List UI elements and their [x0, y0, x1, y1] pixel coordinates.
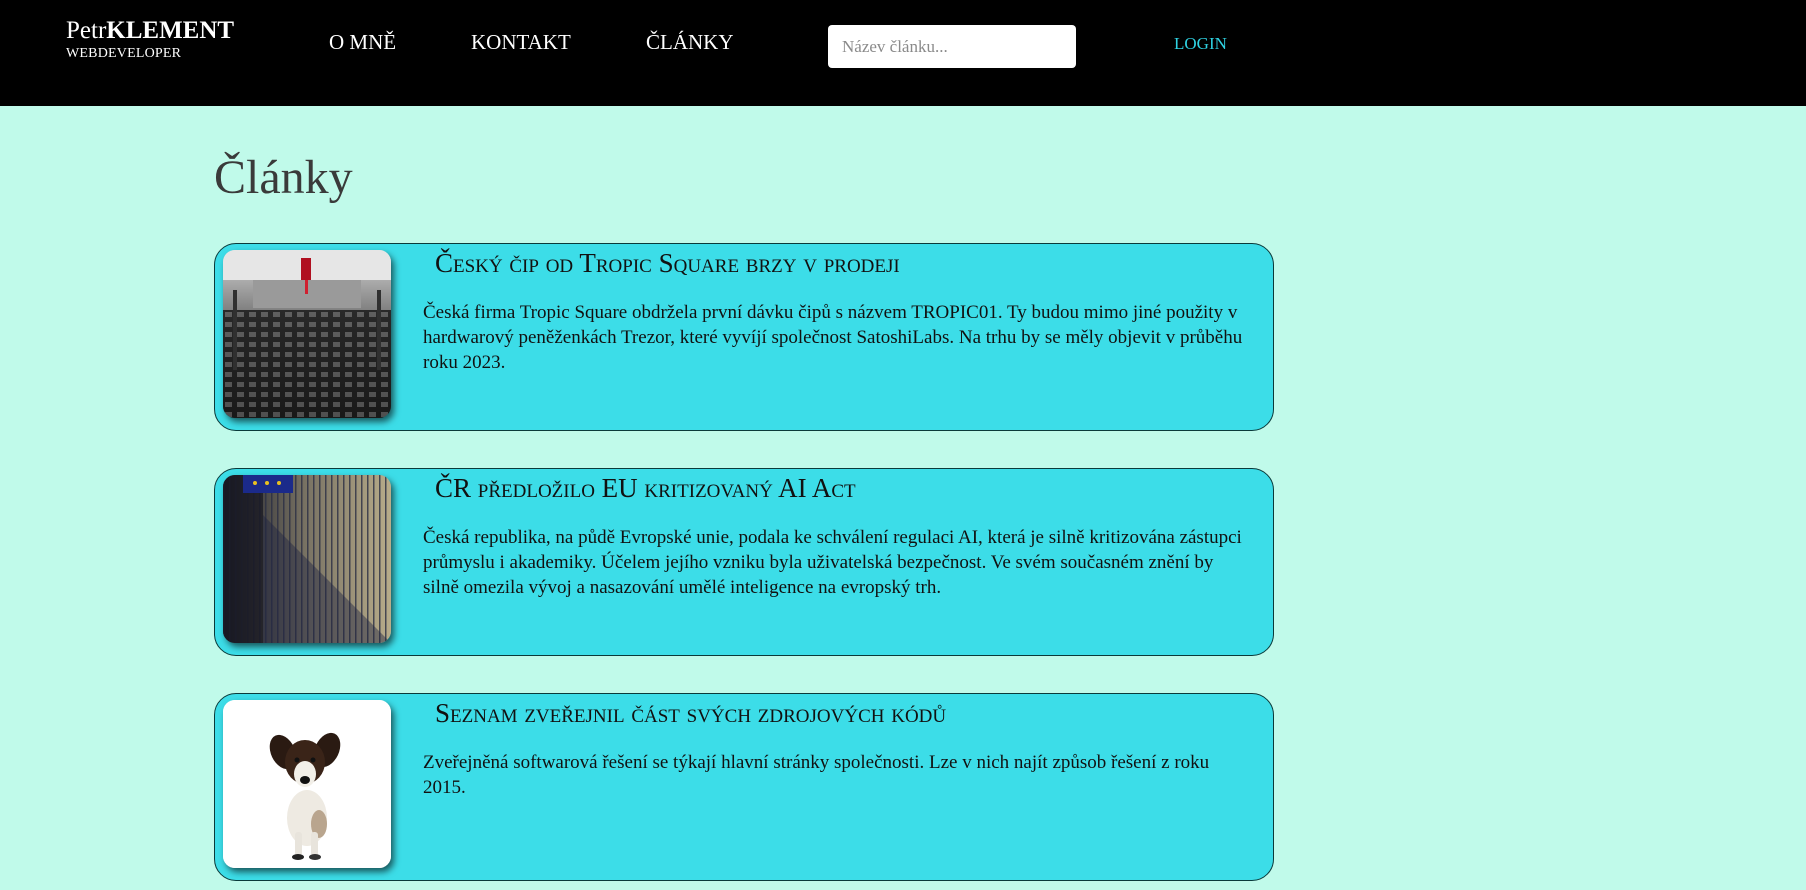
brand-logo[interactable]: PetrKLEMENT WEBDEVELOPER [66, 18, 234, 61]
brand-subtitle: WEBDEVELOPER [66, 46, 182, 61]
nav-link-about[interactable]: O MNĚ [329, 30, 396, 55]
article-excerpt: Zveřejněná softwarová řešení se týkají h… [423, 752, 1210, 798]
article-card[interactable]: ČR předložilo EU kritizovaný AI Act Česk… [214, 468, 1274, 656]
brand-name: PetrKLEMENT [66, 18, 234, 43]
brand-first-name: Petr [66, 17, 107, 44]
page-title: Články [214, 151, 353, 204]
eu-building-image [223, 475, 391, 643]
article-title[interactable]: Seznam zveřejnil část svých zdrojových k… [435, 698, 946, 729]
article-title[interactable]: ČR předložilo EU kritizovaný AI Act [435, 473, 856, 504]
article-card[interactable]: Český čip od Tropic Square brzy v prodej… [214, 243, 1274, 431]
article-title[interactable]: Český čip od Tropic Square brzy v prodej… [435, 248, 900, 279]
nav-link-contact[interactable]: KONTAKT [471, 30, 571, 55]
login-link[interactable]: LOGIN [1174, 34, 1227, 54]
top-navbar: PetrKLEMENT WEBDEVELOPER O MNĚ KONTAKT Č… [0, 0, 1806, 106]
article-search-input[interactable] [828, 25, 1076, 68]
article-excerpt: Česká firma Tropic Square obdržela první… [423, 302, 1243, 373]
brand-last-name: KLEMENT [106, 17, 235, 44]
article-excerpt: Česká republika, na půdě Evropské unie, … [423, 527, 1242, 598]
nav-link-articles[interactable]: ČLÁNKY [646, 30, 734, 55]
dog-image [223, 700, 391, 868]
article-card[interactable]: Seznam zveřejnil část svých zdrojových k… [214, 693, 1274, 881]
chip-machine-image [223, 250, 391, 418]
